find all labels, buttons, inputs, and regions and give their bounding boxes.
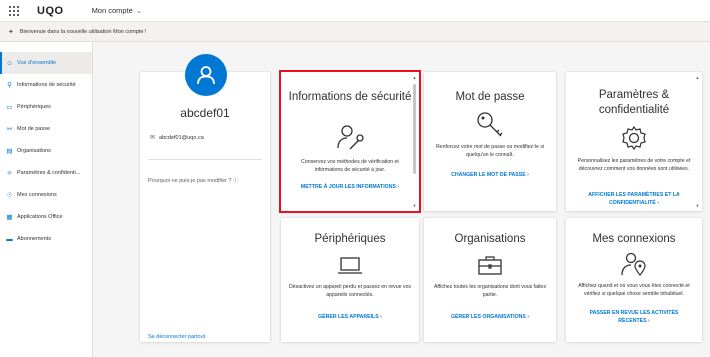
tile-description: Affichez quand et où vous vous êtes conn… [578, 283, 690, 297]
rocket-icon: ✦ [8, 28, 14, 36]
sidebar-item-subscriptions[interactable]: ▬ Abonnements [0, 228, 92, 250]
manage-devices-link[interactable]: GÉRER LES APPAREILS › [291, 314, 409, 322]
email-row: ✉ abcdef01@uqo.ca [150, 134, 204, 142]
sidebar-item-label: Mes connexions [17, 192, 57, 198]
scroll-down-arrow-icon[interactable]: ▼ [412, 203, 417, 208]
email-address: abcdef01@uqo.ca [159, 134, 204, 141]
tile-title: Mot de passe [455, 91, 525, 103]
tile-title: Périphériques [314, 233, 386, 245]
tile-title: Organisations [454, 233, 526, 245]
briefcase-icon [424, 254, 556, 276]
person-location-icon [566, 251, 702, 277]
chevron-right-icon: › [657, 199, 659, 206]
sidebar: ☺ Vue d'ensemble ⚲ Informations de sécur… [0, 42, 93, 357]
chevron-right-icon: › [380, 314, 382, 320]
scrollbar[interactable]: ▲ ▼ [412, 75, 417, 208]
sidebar-item-signins[interactable]: ☉ Mes connexions [0, 184, 92, 206]
person-icon: ☺ [6, 59, 13, 67]
link-label: AFFICHER LES PARAMÈTRES ET LA CONFIDENTI… [588, 192, 680, 206]
scroll-up-arrow-icon[interactable]: ▲ [412, 75, 417, 80]
laptop-icon: ▭ [6, 104, 13, 111]
scroll-up-arrow-icon[interactable]: ▲ [695, 75, 700, 80]
tile-description: Conservez vos méthodes de vérification e… [301, 159, 399, 173]
chevron-right-icon: › [397, 184, 400, 190]
sidebar-item-label: Vue d'ensemble [17, 60, 57, 66]
sidebar-item-label: Paramètres & confidenti... [17, 170, 81, 176]
tile-description: Désactivez un appareil perdu et passez e… [289, 284, 411, 298]
update-security-info-link[interactable]: METTRE À JOUR LES INFORMATIONS › [291, 184, 409, 192]
account-menu-label: Mon compte [91, 6, 133, 15]
key-icon: ⚯ [6, 126, 13, 133]
scroll-thumb[interactable] [413, 84, 416, 174]
info-icon: ⓘ [233, 178, 239, 184]
tile-password[interactable]: Mot de passe Renforcez votre mot de pass… [424, 72, 556, 211]
person-key-icon: ⚲ [7, 82, 12, 89]
tile-devices[interactable]: Périphériques Désactivez un appareil per… [281, 218, 419, 342]
scroll-down-arrow-icon[interactable]: ▼ [695, 203, 700, 208]
avatar [185, 54, 227, 96]
sidebar-item-overview[interactable]: ☺ Vue d'ensemble [0, 52, 92, 74]
tile-title: Paramètres & confidentialité [598, 89, 670, 116]
app-launcher-icon[interactable] [9, 5, 19, 16]
cant-modify-text: Pourquoi ne puis-je pas modifier ? [148, 178, 232, 184]
sidebar-item-label: Abonnements [17, 236, 51, 242]
change-password-link[interactable]: CHANGER LE MOT DE PASSE › [434, 172, 546, 180]
sidebar-item-privacy[interactable]: ⚛ Paramètres & confidenti... [0, 162, 92, 184]
review-recent-activity-link[interactable]: PASSER EN REVUE LES ACTIVITÉS RÉCENTES › [576, 310, 692, 325]
card-icon: ▬ [6, 235, 13, 243]
sidebar-item-office-apps[interactable]: ▦ Applications Office [0, 206, 92, 228]
sidebar-item-label: Informations de sécurité [17, 82, 76, 88]
person-key-icon [281, 122, 419, 152]
key-icon [424, 110, 556, 140]
banner-text: Bienvenue dans la nouvelle utilisation M… [19, 28, 147, 35]
tile-security-info[interactable]: Informations de sécurité Conservez vos m… [279, 70, 421, 213]
sidebar-item-label: Mot de passe [17, 126, 51, 132]
sidebar-item-organizations[interactable]: ▤ Organisations [0, 140, 92, 162]
sidebar-item-label: Applications Office [17, 214, 63, 220]
person-icon [197, 66, 215, 85]
tile-title: Mes connexions [592, 233, 676, 245]
tile-description: Affichez toutes les organisations dont v… [433, 284, 547, 298]
tile-title: Informations de sécurité [288, 91, 412, 103]
signout-everywhere-link[interactable]: Se déconnecter partout [148, 334, 205, 340]
welcome-banner: ✦ Bienvenue dans la nouvelle utilisation… [0, 22, 710, 42]
sidebar-item-label: Périphériques [17, 104, 51, 110]
person-location-icon: ☉ [6, 192, 13, 199]
tile-my-signins[interactable]: Mes connexions Affichez quand et où vous… [566, 218, 702, 342]
scrollbar[interactable]: ▲ ▼ [695, 75, 700, 208]
manage-organizations-link[interactable]: GÉRER LES ORGANISATIONS › [434, 314, 546, 322]
briefcase-icon: ▤ [6, 148, 13, 155]
sidebar-item-label: Organisations [17, 148, 51, 154]
apps-icon: ▦ [6, 214, 13, 221]
logo: UQO [37, 4, 64, 17]
tile-description: Personnalisez les paramètres de votre co… [577, 158, 691, 172]
sidebar-item-devices[interactable]: ▭ Périphériques [0, 96, 92, 118]
link-label: GÉRER LES ORGANISATIONS [450, 314, 526, 320]
mail-icon: ✉ [150, 135, 156, 141]
link-label: GÉRER LES APPAREILS [318, 314, 379, 320]
link-label: CHANGER LE MOT DE PASSE [451, 172, 526, 178]
lock-icon: ⚛ [6, 170, 13, 177]
sidebar-item-password[interactable]: ⚯ Mot de passe [0, 118, 92, 140]
link-label: METTRE À JOUR LES INFORMATIONS [300, 184, 396, 190]
account-menu[interactable]: Mon compte ⌄ [92, 6, 142, 15]
username: abcdef01 [180, 106, 230, 120]
divider [148, 159, 262, 160]
chevron-right-icon: › [527, 172, 529, 178]
chevron-right-icon: › [527, 314, 530, 320]
profile-card: abcdef01 ✉ abcdef01@uqo.ca Pourquoi ne p… [140, 54, 270, 342]
tile-privacy[interactable]: Paramètres & confidentialité Personnalis… [566, 72, 702, 211]
chevron-down-icon: ⌄ [135, 7, 142, 15]
chevron-right-icon: › [647, 317, 650, 324]
laptop-icon [281, 255, 419, 277]
cant-modify-link[interactable]: Pourquoi ne puis-je pas modifier ? ⓘ [148, 176, 239, 184]
gear-icon [566, 124, 702, 152]
link-label: PASSER EN REVUE LES ACTIVITÉS RÉCENTES [589, 310, 679, 324]
top-bar: UQO Mon compte ⌄ [0, 0, 710, 22]
tile-description: Renforcez votre mot de passe ou modifiez… [435, 144, 545, 158]
sidebar-item-security-info[interactable]: ⚲ Informations de sécurité [0, 74, 92, 96]
tile-organizations[interactable]: Organisations Affichez toutes les organi… [424, 218, 556, 342]
view-privacy-settings-link[interactable]: AFFICHER LES PARAMÈTRES ET LA CONFIDENTI… [576, 192, 692, 207]
